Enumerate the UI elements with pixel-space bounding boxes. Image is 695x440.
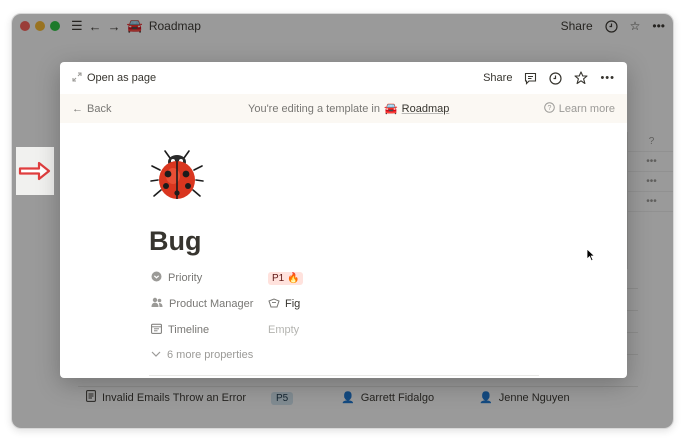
priority-icon xyxy=(151,271,162,285)
open-as-page-label: Open as page xyxy=(87,72,157,84)
learn-more-link[interactable]: ? Learn more xyxy=(543,101,615,116)
editing-template-notice: You're editing a template in 🚘 Roadmap xyxy=(248,94,449,123)
mouse-cursor-icon xyxy=(586,248,595,262)
red-arrow-icon xyxy=(18,161,51,181)
priority-tag: P1 🔥 xyxy=(268,271,304,285)
property-value: Fig xyxy=(285,298,301,310)
chevron-down-icon xyxy=(151,349,161,361)
star-icon[interactable] xyxy=(574,71,588,85)
ladybug-icon[interactable] xyxy=(149,148,205,202)
property-value: Empty xyxy=(268,324,300,336)
property-timeline[interactable]: Timeline Empty xyxy=(151,321,299,339)
back-arrow-icon: ← xyxy=(72,102,83,115)
back-label: Back xyxy=(87,102,112,115)
more-properties-label: 6 more properties xyxy=(167,349,254,361)
clock-icon[interactable] xyxy=(549,71,563,85)
more-options-icon[interactable]: ••• xyxy=(600,72,615,84)
open-as-page-button[interactable]: Open as page xyxy=(72,71,157,85)
roadmap-link[interactable]: Roadmap xyxy=(402,103,450,115)
arrow-indicator xyxy=(16,147,54,195)
share-button[interactable]: Share xyxy=(483,72,512,84)
more-properties-toggle[interactable]: 6 more properties xyxy=(151,349,253,361)
svg-text:?: ? xyxy=(547,105,551,112)
modal-toolbar: Open as page Share ••• xyxy=(60,62,627,94)
divider xyxy=(149,375,539,376)
editing-text: You're editing a template in xyxy=(248,102,380,115)
people-icon xyxy=(151,297,163,311)
learn-more-label: Learn more xyxy=(558,102,615,115)
property-product-manager[interactable]: Product Manager Fig xyxy=(151,295,300,313)
car-icon: 🚘 xyxy=(383,103,398,115)
page-title[interactable]: Bug xyxy=(149,226,201,257)
screen: ☰ ← → 🚘 Roadmap Share ☆ ••• ? ••• ••• ••… xyxy=(0,0,695,440)
back-button[interactable]: ← Back xyxy=(72,103,111,115)
template-banner: ← Back You're editing a template in 🚘 Ro… xyxy=(60,94,627,123)
property-name: Product Manager xyxy=(169,298,254,310)
fig-avatar-icon xyxy=(268,297,280,311)
calendar-icon xyxy=(151,323,162,337)
property-name: Priority xyxy=(168,272,203,284)
comment-icon[interactable] xyxy=(524,72,537,85)
template-modal: Open as page Share ••• ← Back You're edi… xyxy=(60,62,627,378)
expand-icon xyxy=(72,71,82,85)
help-icon: ? xyxy=(543,101,555,116)
property-priority[interactable]: Priority P1 🔥 xyxy=(151,269,304,287)
property-name: Timeline xyxy=(168,324,210,336)
